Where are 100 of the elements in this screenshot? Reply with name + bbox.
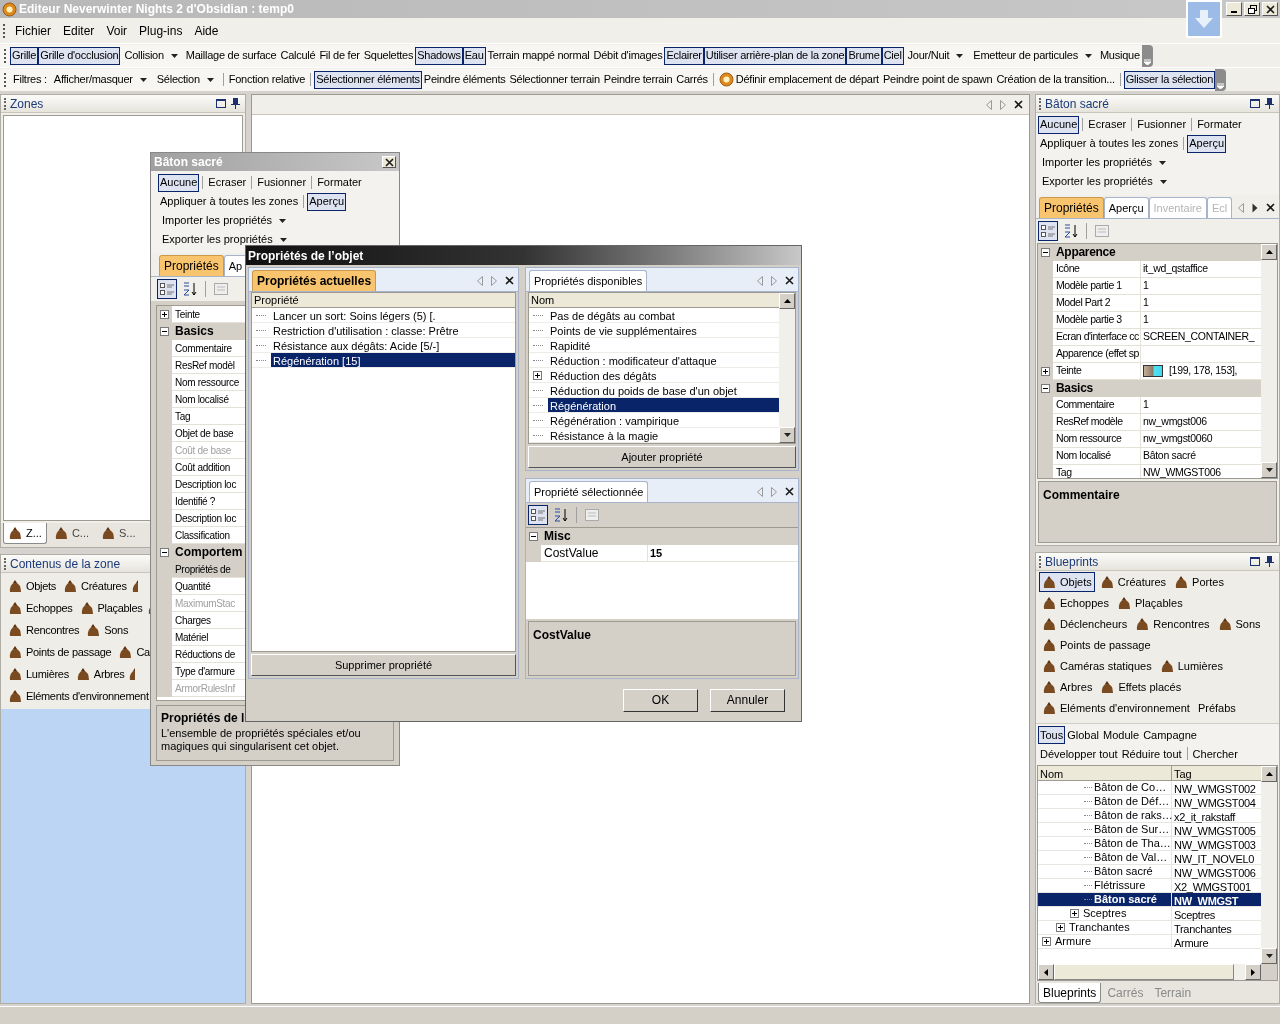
scrollbar[interactable] xyxy=(779,293,795,443)
category-button[interactable]: Ca xyxy=(115,642,153,662)
action-button[interactable]: Supprimer propriété xyxy=(251,654,516,676)
toggle-button[interactable]: Sélectionner éléments xyxy=(314,70,422,89)
property-value[interactable]: Bâton sacré xyxy=(1143,448,1196,464)
toggle-button[interactable]: Module xyxy=(1101,726,1142,745)
category-button[interactable]: Eléments d'environnement xyxy=(5,686,152,706)
toolbar-grip[interactable] xyxy=(4,48,7,63)
category-button[interactable]: Lumières xyxy=(1156,656,1226,676)
menu-item[interactable]: Plug-ins xyxy=(133,21,189,40)
property-value[interactable]: NW_WMGST006 xyxy=(1143,465,1221,478)
value-cell[interactable]: Bâton sacré xyxy=(1141,448,1261,465)
toggle-button[interactable]: Aperçu xyxy=(1187,134,1227,153)
value-cell[interactable]: 1 xyxy=(1141,312,1261,329)
property-value[interactable]: nw_wmgst006 xyxy=(1143,414,1207,430)
property-name[interactable]: Icône xyxy=(1053,261,1141,278)
category-button[interactable]: Points de passage xyxy=(1039,635,1154,655)
toggle-button[interactable]: Aucune xyxy=(1038,115,1080,134)
scroll-left-button[interactable] xyxy=(1038,964,1054,980)
toggle-button[interactable]: Tous xyxy=(1038,726,1066,745)
property-name[interactable]: Model Part 2 xyxy=(1053,295,1141,312)
value-cell[interactable]: nw_wmgst006 xyxy=(1141,414,1261,431)
toggle-button[interactable]: Chercher xyxy=(1190,744,1240,763)
list-item[interactable]: Restriction d'utilisation : classe: Prêtre xyxy=(271,323,515,337)
list-item[interactable]: Pas de dégâts au combat xyxy=(548,308,779,322)
collapse-icon[interactable] xyxy=(1041,383,1050,393)
toggle-button[interactable]: Sélectionner terrain xyxy=(507,70,602,89)
property-value[interactable]: it_wd_qstaffice xyxy=(1143,261,1208,277)
toggle-button[interactable]: Fusionner xyxy=(1135,115,1189,134)
column-header[interactable]: Propriété xyxy=(252,293,515,308)
toggle-button[interactable]: Utiliser arrière-plan de la zone xyxy=(703,46,847,65)
collapse-icon[interactable] xyxy=(160,547,169,557)
toggle-button[interactable]: Aperçu xyxy=(307,192,347,211)
category-button[interactable]: Plaçables xyxy=(1113,593,1186,613)
toggle-button[interactable]: Grille d'occlusion xyxy=(38,46,121,65)
pin-button[interactable] xyxy=(231,98,240,109)
tree-row[interactable]: Bâton de raks…x2_it_rakstaff xyxy=(1038,809,1261,823)
toggle-button[interactable]: Glisser la sélection xyxy=(1123,70,1216,89)
tree-item-name[interactable]: Bâton de Déf… xyxy=(1094,793,1170,810)
tree-row[interactable]: Bâton de Co… NW_WMGST002 xyxy=(1038,781,1261,795)
toggle-button[interactable]: Eclairer xyxy=(664,46,704,65)
tree-row[interactable]: Bâton sacré NW_WMGST006 xyxy=(1038,865,1261,879)
dialog-button[interactable]: Annuler xyxy=(710,688,785,712)
toggle-button[interactable]: Ecraser xyxy=(1086,115,1129,134)
toggle-button[interactable]: Grille xyxy=(10,46,39,65)
category-button[interactable]: Rencontres xyxy=(1132,614,1213,634)
toggle-button[interactable]: Peindre point de spawn xyxy=(880,70,995,89)
collapse-icon[interactable] xyxy=(1041,247,1050,257)
toggle-button[interactable]: Squelettes xyxy=(361,46,416,65)
tab[interactable]: Propriété sélectionnée xyxy=(529,481,649,502)
toggle-button[interactable]: Développer tout xyxy=(1038,744,1120,763)
list-item[interactable]: Rapidité xyxy=(548,338,779,352)
toggle-button[interactable]: Musique xyxy=(1097,46,1142,65)
menu-item[interactable]: Aide xyxy=(188,21,225,40)
category-button[interactable]: Eléments d'environnement xyxy=(1039,698,1193,718)
toggle-button[interactable]: Peindre éléments xyxy=(421,70,508,89)
tree-item-name[interactable]: Bâton de Tha… xyxy=(1094,835,1171,852)
item-icon[interactable] xyxy=(130,578,138,594)
category-button[interactable]: Portes xyxy=(1171,572,1227,592)
tree-item-name[interactable]: Tranchantes xyxy=(1069,919,1130,936)
value-cell[interactable]: 1 xyxy=(1141,397,1261,414)
toolbar-grip[interactable] xyxy=(4,72,7,87)
tree-row[interactable]: Bâton de Sur… NW_WMGST005 xyxy=(1038,823,1261,837)
expand-icon[interactable] xyxy=(1056,923,1065,932)
scroll-up-button[interactable] xyxy=(779,293,795,309)
value-cell[interactable]: nw_wmgst0060 xyxy=(1141,431,1261,448)
expand-icon[interactable] xyxy=(1042,937,1051,946)
category-button[interactable]: Points de passage xyxy=(5,642,115,662)
property-name[interactable]: Modèle partie 1 xyxy=(1053,278,1141,295)
tree-row[interactable]: Bâton de Tha… NW_WMGST003 xyxy=(1038,837,1261,851)
list-item[interactable]: Régénération xyxy=(548,398,779,412)
tree-row[interactable]: Bâton sacré NW_WMGST xyxy=(1038,893,1261,907)
dropdown-button[interactable]: Exporter les propriétés xyxy=(158,230,293,249)
category-button[interactable]: Déclencheurs xyxy=(1039,614,1131,634)
tree-item-name[interactable]: Bâton de raks… xyxy=(1094,807,1173,824)
tree-item-name[interactable]: Bâton sacré xyxy=(1094,891,1157,908)
dropdown-button[interactable]: Exporter les propriétés xyxy=(1038,172,1173,191)
property-value[interactable]: 1 xyxy=(1143,397,1149,413)
scrollbar[interactable] xyxy=(1038,964,1277,980)
tree-item-name[interactable]: Armure xyxy=(1055,933,1092,950)
tab[interactable]: Propriétés xyxy=(159,255,224,276)
dropdown-button[interactable]: Afficher/masquer xyxy=(49,70,153,89)
value-cell[interactable]: it_wd_qstaffice xyxy=(1141,261,1261,278)
list-item[interactable]: Régénération [15] xyxy=(271,353,515,367)
tree-item-name[interactable]: Bâton de Sur… xyxy=(1094,821,1170,838)
tab[interactable]: Blueprints xyxy=(1038,983,1102,1003)
property-name[interactable]: CostValue xyxy=(541,545,648,562)
property-name[interactable]: Ecran d'interface cc xyxy=(1053,329,1141,346)
toggle-button[interactable]: Création de la transition... xyxy=(994,70,1117,89)
categorized-button[interactable] xyxy=(157,279,177,299)
toggle-button[interactable]: Peindre terrain xyxy=(601,70,675,89)
column-header[interactable]: Tag xyxy=(1172,766,1261,780)
tree-row[interactable]: Armure Armure xyxy=(1038,935,1261,949)
categorized-button[interactable] xyxy=(1038,221,1058,241)
list-item[interactable]: Réduction du poids de base d'un objet xyxy=(548,383,779,397)
scrollbar[interactable] xyxy=(1261,244,1277,478)
tree-row[interactable]: Bâton de Val… NW_IT_NOVEL0 xyxy=(1038,851,1261,865)
dropdown-button[interactable]: Collision xyxy=(120,46,184,65)
toggle-button[interactable]: Fil de fer xyxy=(317,46,362,65)
scroll-down-button[interactable] xyxy=(1261,948,1277,964)
